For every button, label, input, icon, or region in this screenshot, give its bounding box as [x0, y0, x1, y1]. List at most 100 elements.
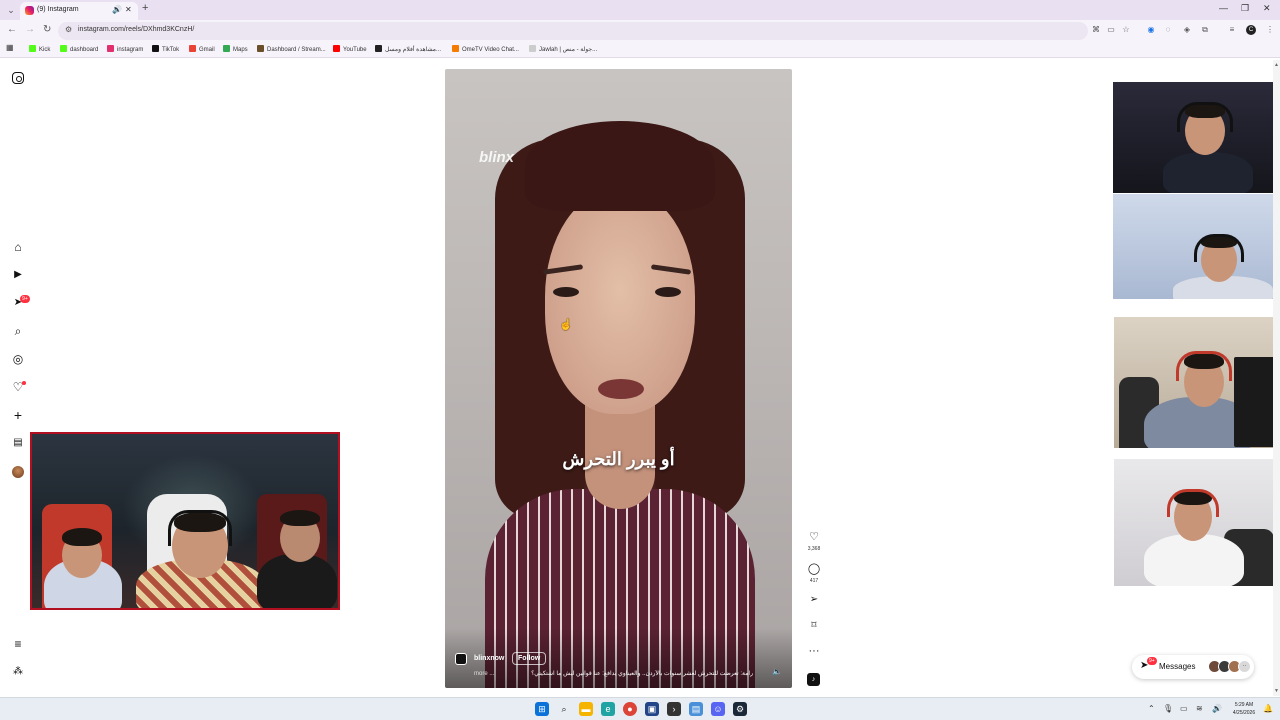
- comment-icon[interactable]: ◯: [806, 562, 822, 575]
- chrome-icon[interactable]: ●: [623, 702, 637, 716]
- new-tab-button[interactable]: +: [142, 2, 148, 14]
- speaker-icon[interactable]: 🔈: [772, 667, 782, 676]
- menu-kebab-icon[interactable]: ⋮: [1265, 25, 1275, 35]
- apps-grid-icon[interactable]: ▦: [6, 43, 14, 52]
- reel-description[interactable]: رامة: تعرضت للتحرش لعشر سنوات بالأردن.. …: [473, 670, 753, 677]
- tab-search-icon[interactable]: ⌄: [4, 3, 18, 17]
- bookmark-gmail[interactable]: Gmail: [189, 45, 215, 53]
- close-window-button[interactable]: ✕: [1263, 3, 1271, 14]
- save-bookmark-icon[interactable]: ⌑: [806, 620, 822, 631]
- create-plus-icon[interactable]: +: [11, 408, 25, 422]
- forward-button[interactable]: →: [25, 24, 35, 35]
- reel-caption-overlay: أو يبرر التحرش: [562, 449, 675, 469]
- maximize-button[interactable]: ❐: [1241, 3, 1249, 14]
- bookmark-stream-dashboard[interactable]: Dashboard / Stream...: [257, 45, 326, 53]
- clock[interactable]: 5:29 AM 4/25/2026: [1226, 701, 1262, 717]
- explore-compass-icon[interactable]: ◎: [11, 352, 25, 366]
- like-heart-icon[interactable]: ♡: [806, 530, 822, 543]
- bookmarks-bar: ▦ Kick dashboard instagram TikTok Gmail …: [0, 42, 1280, 58]
- bookmark-maps[interactable]: Maps: [223, 45, 248, 53]
- app-icon[interactable]: ▤: [689, 702, 703, 716]
- search-icon[interactable]: ⌕: [557, 702, 571, 716]
- extension-icon[interactable]: ◈: [1182, 25, 1192, 35]
- share-icon[interactable]: ➢: [806, 594, 822, 605]
- reel-author-avatar[interactable]: [455, 653, 467, 665]
- bookmark-star-icon[interactable]: ☆: [1121, 25, 1131, 35]
- instagram-logo-icon[interactable]: [12, 72, 24, 84]
- more-avatars-icon: ··: [1238, 660, 1251, 673]
- discord-icon[interactable]: ☺: [711, 702, 725, 716]
- volume-icon[interactable]: 🔊: [1212, 704, 1222, 713]
- home-icon[interactable]: ⌂: [11, 240, 25, 254]
- speaker-icon[interactable]: 🔊: [112, 5, 122, 14]
- tab-instagram[interactable]: (9) Instagram 🔊 ✕: [20, 2, 138, 20]
- tray-chevron-icon[interactable]: ⌃: [1148, 704, 1155, 713]
- more-link[interactable]: more ...: [474, 671, 494, 677]
- reel-video[interactable]: blinx أو يبرر التحرش ☝ blinxnow Follow ر…: [445, 69, 792, 688]
- bookmark-kick[interactable]: Kick: [29, 45, 50, 53]
- network-icon[interactable]: ▭: [1180, 704, 1188, 713]
- blinx-watermark: blinx: [479, 149, 515, 166]
- comment-count: 417: [809, 578, 819, 584]
- reload-button[interactable]: ↻: [43, 24, 51, 35]
- wifi-icon[interactable]: ≋: [1196, 704, 1203, 713]
- menu-hamburger-icon[interactable]: ≡: [11, 637, 25, 651]
- tab-title: (9) Instagram: [37, 6, 79, 13]
- mouse-cursor-icon: ☝: [559, 319, 573, 331]
- extension-icon[interactable]: ◌: [1163, 25, 1173, 35]
- scroll-down-icon[interactable]: ▼: [1273, 688, 1280, 694]
- translate-icon[interactable]: ⌘: [1091, 25, 1101, 35]
- microphone-icon[interactable]: 🎙: [1163, 704, 1173, 713]
- extension-icon[interactable]: ◉: [1146, 25, 1156, 35]
- windows-start-icon[interactable]: ⊞: [535, 702, 549, 716]
- cast-icon[interactable]: ▭: [1106, 25, 1116, 35]
- file-explorer-icon[interactable]: ▬: [579, 702, 593, 716]
- reel-username[interactable]: blinxnow: [474, 655, 504, 662]
- original-audio-icon[interactable]: ♪: [807, 673, 820, 686]
- bookmark-ometv[interactable]: OmeTV Video Chat...: [452, 45, 519, 53]
- follow-button[interactable]: Follow: [512, 652, 547, 665]
- dashboard-icon[interactable]: ▤: [11, 436, 25, 450]
- messages-badge: 9+: [1147, 657, 1157, 665]
- steam-icon[interactable]: ⚙: [733, 702, 747, 716]
- site-info-icon[interactable]: ⚙: [65, 25, 72, 34]
- url-text[interactable]: instagram.com/reels/DXhmd3KCnzH/: [78, 26, 194, 33]
- extensions-puzzle-icon[interactable]: ⧉: [1200, 25, 1210, 35]
- webcam-overlay-main: [30, 432, 340, 610]
- scroll-up-icon[interactable]: ▲: [1273, 62, 1280, 68]
- terminal-icon[interactable]: ›: [667, 702, 681, 716]
- messages-label: Messages: [1159, 662, 1196, 671]
- back-button[interactable]: ←: [7, 24, 17, 35]
- scrollbar[interactable]: [1273, 60, 1280, 696]
- notification-dot: [22, 381, 26, 385]
- clock-time: 5:29 AM: [1234, 702, 1254, 708]
- bookmark-jawlah[interactable]: Jawlah | جولة - منص...: [529, 45, 597, 53]
- close-tab-icon[interactable]: ✕: [125, 5, 132, 14]
- more-options-icon[interactable]: ···: [806, 645, 822, 657]
- toolbar: ← → ↻ ⚙ instagram.com/reels/DXhmd3KCnzH/…: [0, 20, 1280, 42]
- profile-avatar[interactable]: [12, 466, 24, 478]
- clock-date: 4/25/2026: [1232, 710, 1256, 716]
- profile-avatar[interactable]: C: [1246, 25, 1256, 35]
- messages-button[interactable]: ➤ 9+ Messages ··: [1132, 655, 1254, 679]
- reels-icon[interactable]: ▶: [11, 268, 25, 282]
- instagram-favicon-icon: [25, 6, 34, 15]
- app-icon[interactable]: ▣: [645, 702, 659, 716]
- bookmark-youtube[interactable]: YouTube: [333, 45, 367, 53]
- bookmark-movies[interactable]: مشاهدة أفلام ومسل...: [375, 45, 441, 53]
- webcam-overlay-2: [1113, 194, 1280, 299]
- also-from-meta-icon[interactable]: ⁂: [11, 665, 25, 679]
- notification-bell-icon[interactable]: 🔔: [1263, 704, 1273, 713]
- bookmark-dashboard[interactable]: dashboard: [60, 45, 98, 53]
- search-icon[interactable]: ⌕: [11, 324, 25, 338]
- bookmark-tiktok[interactable]: TikTok: [152, 45, 179, 53]
- reading-list-icon[interactable]: ≡: [1227, 25, 1237, 35]
- address-bar[interactable]: ⚙ instagram.com/reels/DXhmd3KCnzH/: [58, 22, 1088, 40]
- bookmark-instagram[interactable]: instagram: [107, 45, 143, 53]
- taskbar: ⊞ ⌕ ▬ e ● ▣ › ▤ ☺ ⚙ ⌃ 🎙 ▭ ≋ 🔊 5:29 AM 4/…: [0, 697, 1280, 720]
- notifications-badge: 9+: [20, 295, 30, 303]
- minimize-button[interactable]: —: [1219, 3, 1228, 13]
- webcam-overlay-4: [1114, 459, 1280, 586]
- webcam-overlay-1: [1113, 82, 1280, 193]
- edge-icon[interactable]: e: [601, 702, 615, 716]
